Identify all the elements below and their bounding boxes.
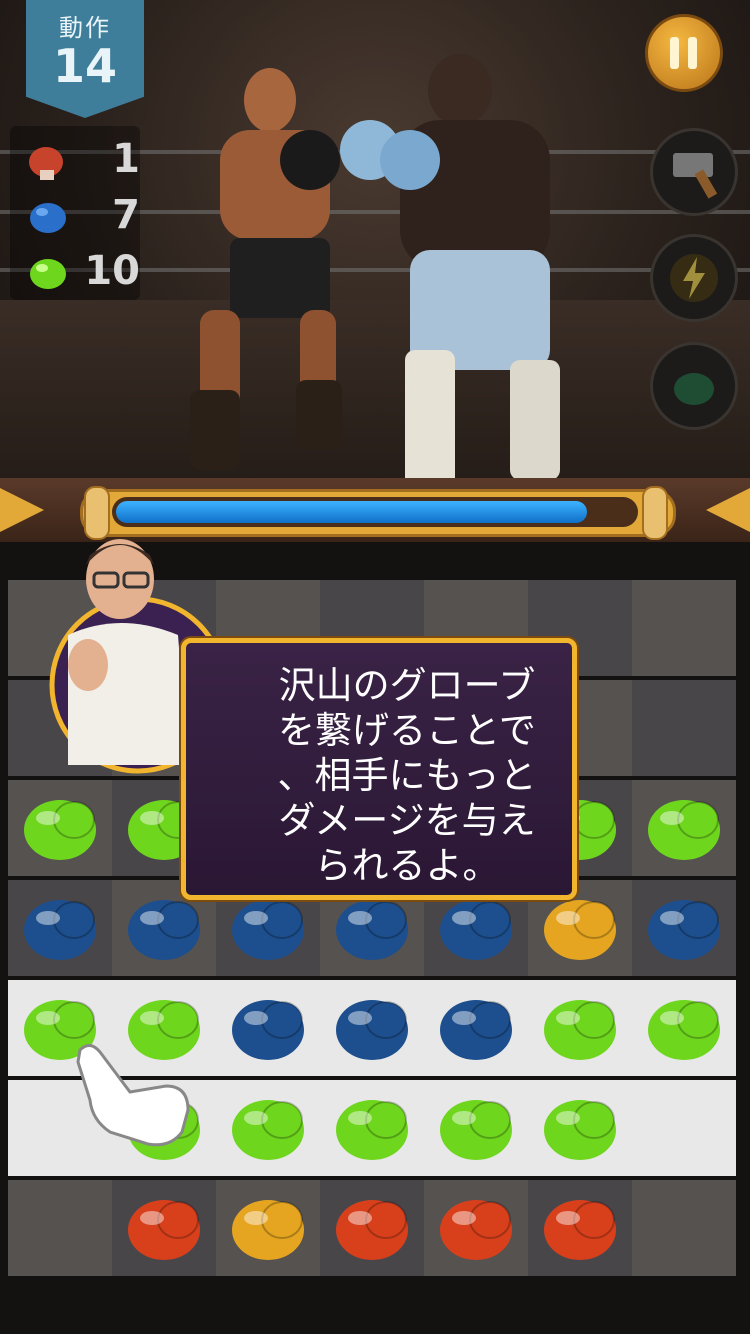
green-glove-icon [336,1100,408,1160]
pointer-hand-icon [76,1044,190,1147]
board-tile[interactable] [632,780,736,876]
green-glove-icon [648,1000,720,1060]
green-glove-icon [24,800,96,860]
red-glove-icon [29,147,63,180]
tutorial-line: られるよ。 [314,844,500,887]
tutorial-line: 沢山のグローブ [278,664,536,707]
pause-icon [688,37,697,69]
tutorial-line: を繋げることで [278,709,536,752]
goal-green-glove: 10 [0,248,140,298]
opponent-boxer [340,54,560,490]
blue-glove-icon [30,203,66,233]
green-glove-icon [648,800,720,860]
board-tile[interactable] [8,880,112,976]
goal-count: 7 [112,192,140,238]
lightning-icon [670,254,718,302]
lightning-booster-button[interactable] [650,234,738,322]
red-glove-icon [128,1200,200,1260]
board-tile[interactable] [632,1080,736,1176]
yellow-glove-icon [544,900,616,960]
pause-button[interactable] [645,14,723,92]
board-tile[interactable] [528,1180,632,1276]
blue-glove-icon [440,900,512,960]
goal-red-glove: 1 [0,136,140,186]
board-tile[interactable] [632,980,736,1076]
board-tile[interactable] [632,680,736,776]
glove-swap-booster-button[interactable] [650,342,738,430]
board-tile[interactable] [320,1080,424,1176]
hammer-booster-button[interactable] [650,128,738,216]
board-tile[interactable] [216,980,320,1076]
moves-value: 14 [52,39,117,93]
board-tile[interactable] [424,1080,528,1176]
red-glove-icon [544,1200,616,1260]
board-tile[interactable] [632,1180,736,1276]
board-tile[interactable] [528,1080,632,1176]
moves-counter: 動作 14 [26,0,144,118]
green-glove-icon [544,1000,616,1060]
green-glove-icon [544,1100,616,1160]
blue-glove-icon [336,1000,408,1060]
red-glove-icon [440,1200,512,1260]
board-tile[interactable] [632,880,736,976]
glove-swap-icon [674,373,714,405]
board-tile[interactable] [216,1080,320,1176]
board-tile[interactable] [8,1180,112,1276]
red-glove-icon [336,1200,408,1260]
pause-icon [670,37,679,69]
blue-glove-icon [648,900,720,960]
tutorial-text: 沢山のグローブ を繋げることで 、相手にもっと ダメージを与え られるよ。 [252,663,562,888]
blue-glove-icon [440,1000,512,1060]
moves-label: 動作 [59,14,111,42]
board-tile[interactable] [8,780,112,876]
blue-glove-icon [232,900,304,960]
right-arrow-icon [706,488,750,532]
board-tile[interactable] [424,980,528,1076]
tutorial-line: 、相手にもっと [277,754,537,797]
blue-glove-icon [24,900,96,960]
goal-count: 1 [112,136,140,182]
board-tile[interactable] [528,980,632,1076]
blue-glove-icon [232,1000,304,1060]
board-tile[interactable] [320,980,424,1076]
board-tile[interactable] [632,580,736,676]
goal-count: 10 [84,248,140,294]
health-bar-cap [642,486,668,540]
yellow-glove-icon [232,1200,304,1260]
green-glove-icon [232,1100,304,1160]
goal-blue-glove: 7 [0,192,140,242]
tutorial-speech-bubble: 沢山のグローブ を繋げることで 、相手にもっと ダメージを与え られるよ。 [181,638,577,900]
green-glove-icon [30,259,66,289]
board-tile[interactable] [424,1180,528,1276]
board-tile[interactable] [216,1180,320,1276]
hammer-icon [673,153,718,199]
blue-glove-icon [128,900,200,960]
board-tile[interactable] [112,1180,216,1276]
blue-glove-icon [336,900,408,960]
tutorial-line: ダメージを与え [278,799,536,842]
health-bar-fill [116,501,588,523]
board-tile[interactable] [320,1180,424,1276]
green-glove-icon [440,1100,512,1160]
